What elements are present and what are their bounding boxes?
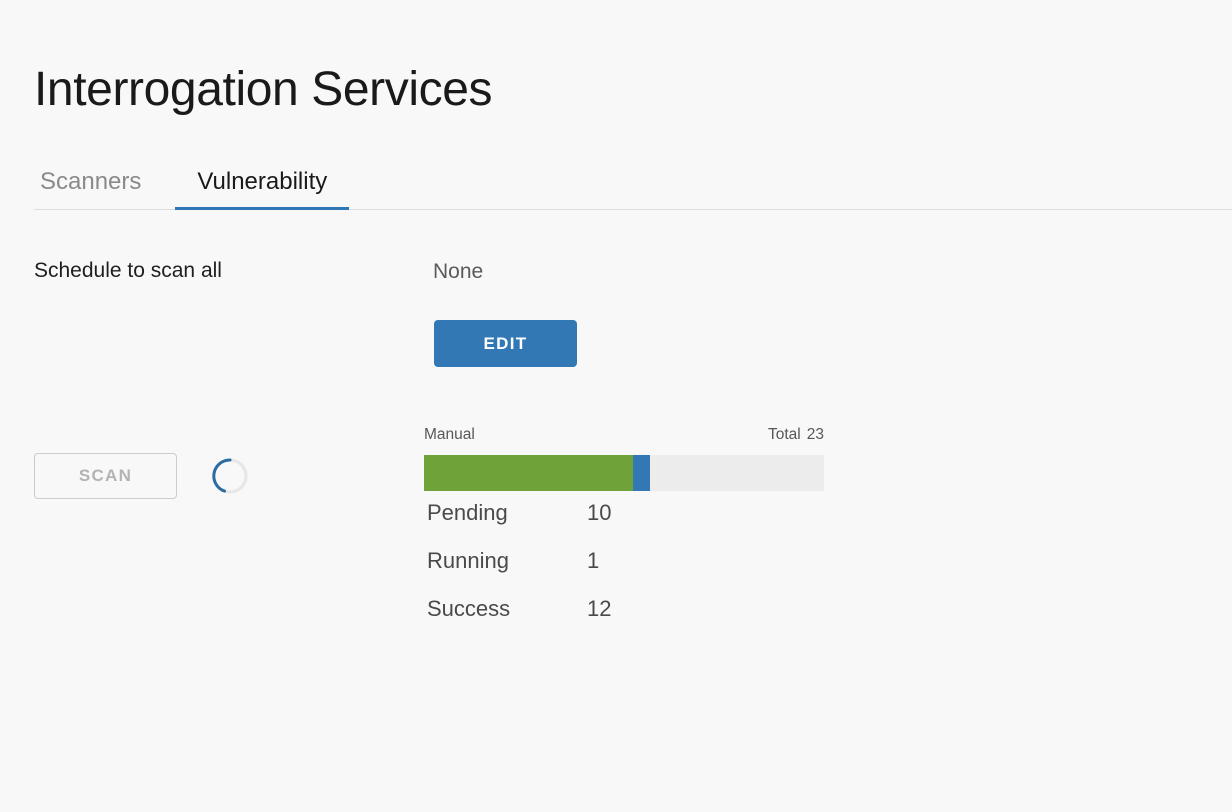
schedule-value: None xyxy=(433,260,484,283)
schedule-label: Schedule to scan all xyxy=(34,259,222,282)
page-title: Interrogation Services xyxy=(34,63,493,117)
progress-segment-success xyxy=(424,455,633,491)
status-row-running: Running 1 xyxy=(427,548,747,596)
progress-bar xyxy=(424,455,824,491)
interrogation-services-page: Interrogation Services Scanners Vulnerab… xyxy=(0,0,1232,812)
status-row-success: Success 12 xyxy=(427,596,747,644)
status-count-success: 12 xyxy=(587,596,612,621)
scan-progress-block: Manual Total 23 xyxy=(424,426,824,491)
tab-scanners[interactable]: Scanners xyxy=(34,168,175,210)
edit-button[interactable]: EDIT xyxy=(434,320,577,367)
status-label-pending: Pending xyxy=(427,500,508,525)
progress-header: Manual Total 23 xyxy=(424,426,824,450)
status-label-success: Success xyxy=(427,596,511,621)
tab-vulnerability[interactable]: Vulnerability xyxy=(175,168,350,211)
progress-total-value: 23 xyxy=(806,426,824,443)
progress-total-label: Total xyxy=(768,426,801,443)
status-count-running: 1 xyxy=(587,548,600,573)
progress-segment-running xyxy=(632,455,650,491)
status-label-running: Running xyxy=(427,548,509,573)
status-list: Pending 10 Running 1 Success 12 xyxy=(427,500,747,644)
loading-spinner-icon xyxy=(211,457,249,495)
tab-list: Scanners Vulnerability xyxy=(34,168,350,211)
tab-bar: Scanners Vulnerability xyxy=(34,150,1232,211)
status-count-pending: 10 xyxy=(587,500,612,525)
status-row-pending: Pending 10 xyxy=(427,500,747,548)
scan-button: SCAN xyxy=(34,453,177,499)
progress-mode-label: Manual xyxy=(424,426,475,443)
progress-total: Total 23 xyxy=(768,426,824,444)
